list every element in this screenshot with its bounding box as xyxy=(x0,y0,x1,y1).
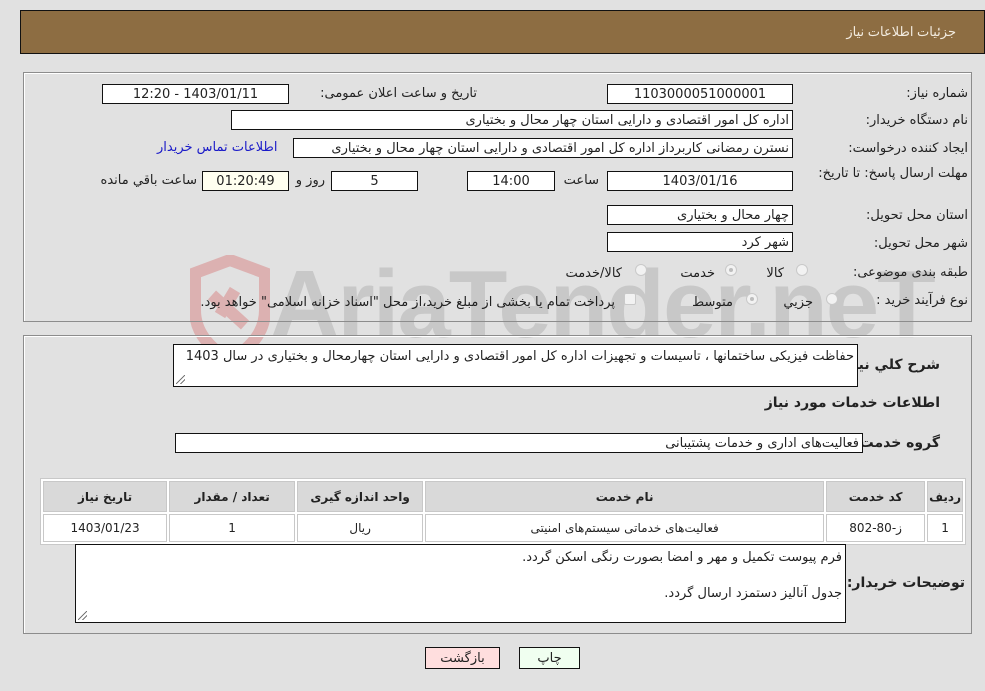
category-option-service: خدمت xyxy=(680,266,715,281)
city-field: شهر کرد xyxy=(607,232,793,252)
remaining-time-field: 01:20:49 xyxy=(202,171,289,191)
resize-grip-icon[interactable] xyxy=(176,375,185,384)
buyer-notes-line-1: فرم پیوست تکمیل و مهر و امضا بصورت رنگی … xyxy=(522,550,842,565)
category-option-goods-service: کالا/خدمت xyxy=(565,266,622,281)
category-radio-goods[interactable] xyxy=(796,264,808,276)
cell-quantity: 1 xyxy=(169,514,296,542)
process-label: نوع فرآیند خرید : xyxy=(876,293,968,308)
province-field: چهار محال و بختیاری xyxy=(607,205,793,225)
deadline-time-field: 14:00 xyxy=(467,171,555,191)
days-label: روز و xyxy=(295,173,325,188)
category-label: طبقه بندی موضوعی: xyxy=(852,265,968,280)
back-button[interactable]: بازگشت xyxy=(425,647,500,669)
column-header-unit: واحد اندازه گیری xyxy=(297,481,424,512)
deadline-date-field: 1403/01/16 xyxy=(607,171,793,191)
creator-field: نسترن رمضانی کاربرداز اداره کل امور اقتص… xyxy=(293,138,793,158)
column-header-service-code: کد خدمت xyxy=(826,481,926,512)
payment-checkbox[interactable] xyxy=(624,293,636,305)
column-header-need-date: تاریخ نیاز xyxy=(43,481,168,512)
process-option-minor: جزیي xyxy=(783,295,813,310)
cell-service-name: فعالیت‌های خدماتی سیستم‌های امنیتی xyxy=(425,514,825,542)
resize-grip-icon[interactable] xyxy=(78,611,87,620)
need-number-field: 1103000051000001 xyxy=(607,84,793,104)
process-radio-medium[interactable] xyxy=(746,293,758,305)
payment-note: پرداخت تمام یا بخشی از مبلغ خرید،از محل … xyxy=(200,295,615,310)
cell-row-number: 1 xyxy=(927,514,963,542)
page-title: جزئیات اطلاعات نیاز xyxy=(846,24,956,39)
need-number-label: شماره نیاز: xyxy=(906,86,968,101)
table-header-row: ردیف کد خدمت نام خدمت واحد اندازه گیری ت… xyxy=(43,481,963,512)
remaining-label: ساعت باقي مانده xyxy=(100,173,197,188)
services-table: ردیف کد خدمت نام خدمت واحد اندازه گیری ت… xyxy=(40,478,966,545)
column-header-row-number: ردیف xyxy=(927,481,963,512)
announce-label: تاریخ و ساعت اعلان عمومی: xyxy=(320,86,477,101)
process-radio-minor[interactable] xyxy=(826,293,838,305)
print-button[interactable]: چاپ xyxy=(519,647,580,669)
service-group-label: گروه خدمت: xyxy=(854,435,940,451)
category-option-goods: کالا xyxy=(766,266,784,281)
cell-need-date: 1403/01/23 xyxy=(43,514,168,542)
process-option-medium: متوسط xyxy=(692,295,733,310)
deadline-label: مهلت ارسال پاسخ: تا تاریخ: xyxy=(818,166,968,181)
cell-service-code: ز-80-802 xyxy=(826,514,926,542)
table-row: 1 ز-80-802 فعالیت‌های خدماتی سیستم‌های ا… xyxy=(43,514,963,542)
column-header-quantity: تعداد / مقدار xyxy=(169,481,296,512)
city-label: شهر محل تحویل: xyxy=(873,236,968,251)
buyer-org-label: نام دستگاه خریدار: xyxy=(865,113,968,128)
creator-label: ایجاد کننده درخواست: xyxy=(848,141,968,156)
description-text: حفاظت فیزیکی ساختمانها ، تاسیسات و تجهیز… xyxy=(185,349,854,364)
category-radio-service[interactable] xyxy=(725,264,737,276)
service-group-field: فعالیت‌های اداری و خدمات پشتیبانی xyxy=(175,433,863,453)
description-textarea[interactable]: حفاظت فیزیکی ساختمانها ، تاسیسات و تجهیز… xyxy=(173,344,858,387)
buyer-notes-label: توضیحات خریدار: xyxy=(846,575,965,591)
days-remaining-field: 5 xyxy=(331,171,418,191)
buyer-notes-textarea[interactable]: فرم پیوست تکمیل و مهر و امضا بصورت رنگی … xyxy=(75,544,846,623)
buyer-contact-link[interactable]: اطلاعات تماس خریدار xyxy=(157,140,277,155)
deadline-time-label: ساعت xyxy=(563,173,599,188)
buyer-org-field: اداره کل امور اقتصادی و دارایی استان چها… xyxy=(231,110,793,130)
page-header: جزئیات اطلاعات نیاز xyxy=(20,10,985,54)
cell-unit: ریال xyxy=(297,514,424,542)
buyer-notes-line-2: جدول آنالیز دستمزد ارسال گردد. xyxy=(664,586,842,601)
column-header-service-name: نام خدمت xyxy=(425,481,825,512)
category-radio-goods-service[interactable] xyxy=(635,264,647,276)
services-section-title: اطلاعات خدمات مورد نیاز xyxy=(764,395,940,411)
province-label: استان محل تحویل: xyxy=(866,208,968,223)
announce-datetime-field: 1403/01/11 - 12:20 xyxy=(102,84,289,104)
